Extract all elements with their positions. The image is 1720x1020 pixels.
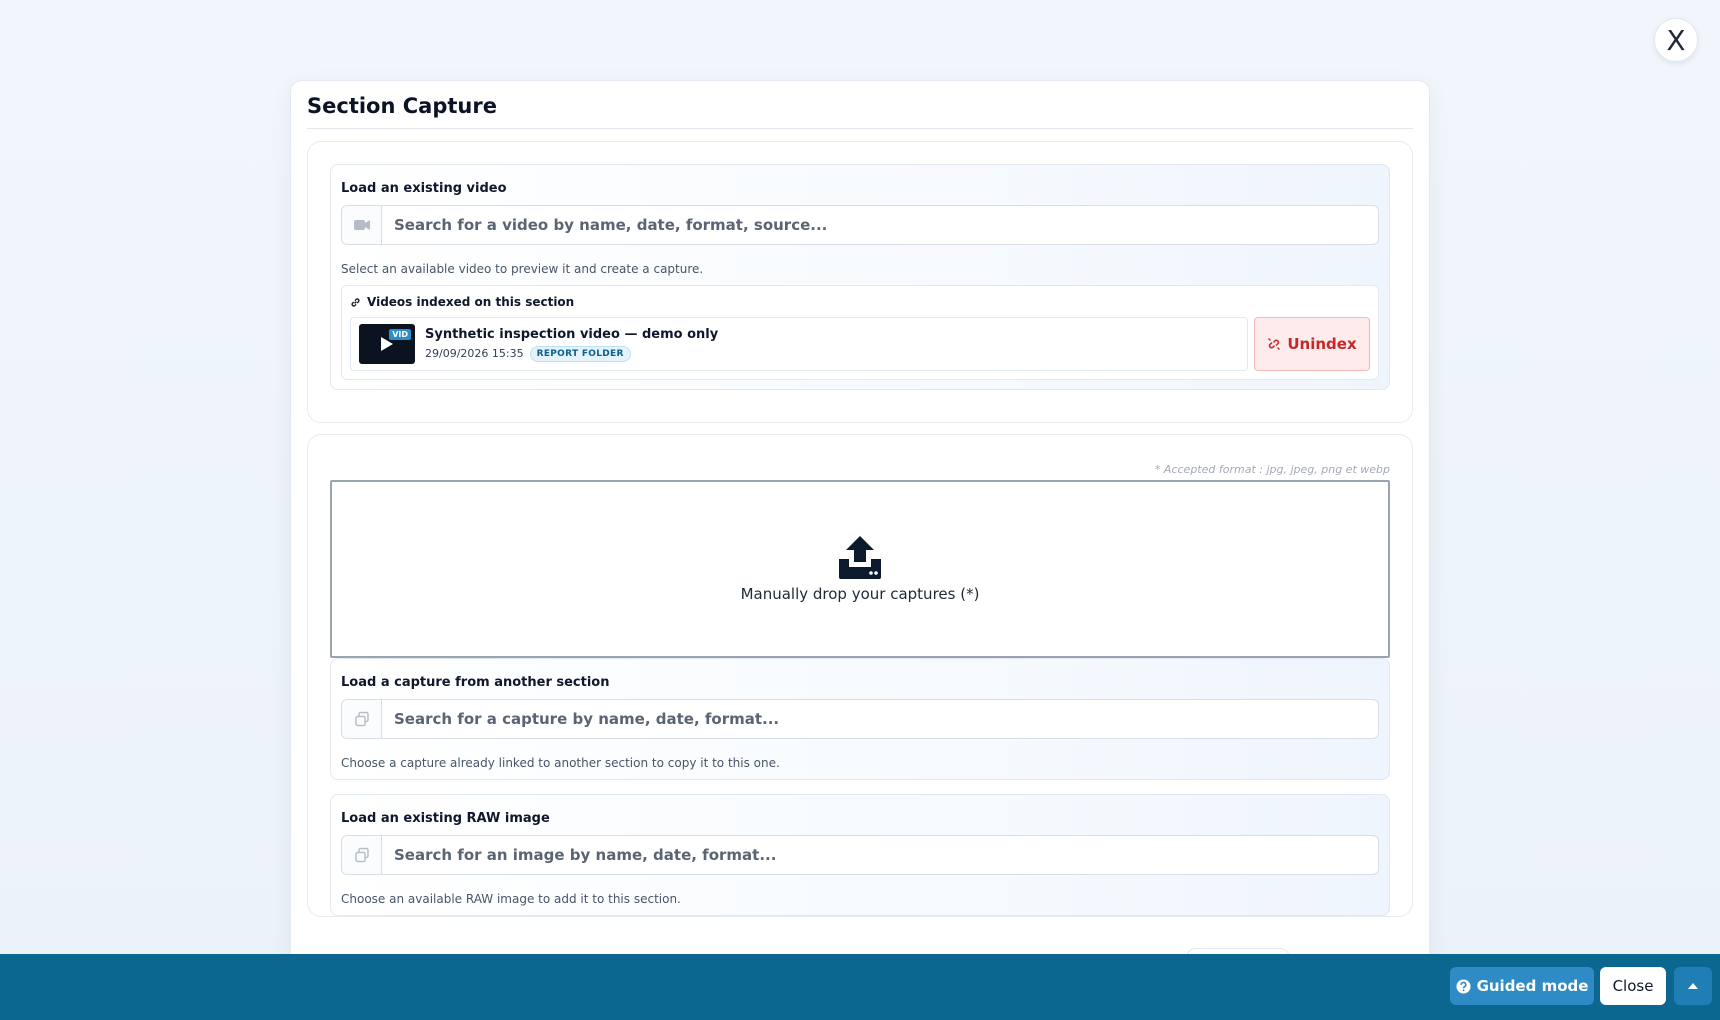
section-capture-modal: Section Capture Load an existing video S… <box>290 80 1430 960</box>
footer-bar: Guided mode Close <box>0 954 1720 1020</box>
images-icon <box>342 836 382 874</box>
capture-search-input[interactable] <box>382 700 1378 738</box>
video-date: 29/09/2026 15:35 <box>425 347 524 360</box>
capture-search-group <box>341 699 1379 739</box>
indexed-video-item[interactable]: VID Synthetic inspection video — demo on… <box>350 317 1248 371</box>
caret-up-icon <box>1688 983 1698 989</box>
capture-search-label: Load a capture from another section <box>341 675 610 690</box>
raw-search-label: Load an existing RAW image <box>341 811 550 826</box>
video-camera-icon <box>342 206 382 244</box>
unindex-button[interactable]: Unindex <box>1254 317 1370 371</box>
video-info: Synthetic inspection video — demo only 2… <box>425 327 718 362</box>
video-card: Load an existing video Select an availab… <box>307 141 1413 423</box>
indexed-videos-box: Videos indexed on this section VID Synth… <box>341 285 1379 380</box>
help-circle-icon <box>1456 978 1471 994</box>
indexed-videos-title: Videos indexed on this section <box>367 295 575 309</box>
video-folder-tag: REPORT FOLDER <box>529 345 631 362</box>
close-x-label: X <box>1666 23 1686 57</box>
video-thumbnail: VID <box>359 324 415 364</box>
copy-icon <box>342 700 382 738</box>
upload-icon <box>839 536 881 579</box>
video-search-group <box>341 205 1379 245</box>
video-name: Synthetic inspection video — demo only <box>425 326 719 342</box>
dropzone-text: Manually drop your captures (*) <box>740 585 980 603</box>
video-thumb-badge: VID <box>389 329 411 340</box>
close-button-label: Close <box>1612 977 1654 995</box>
guided-mode-label: Guided mode <box>1476 977 1589 995</box>
captures-card: * Accepted format : jpg, jpeg, png et we… <box>307 434 1413 917</box>
capture-dropzone[interactable]: Manually drop your captures (*) <box>330 480 1390 658</box>
close-button[interactable]: Close <box>1600 967 1666 1005</box>
capture-search-panel: Load a capture from another section Choo… <box>330 658 1390 780</box>
guided-mode-button[interactable]: Guided mode <box>1450 967 1594 1005</box>
video-search-help: Select an available video to preview it … <box>341 262 704 276</box>
video-search-label: Load an existing video <box>341 181 507 196</box>
raw-search-input[interactable] <box>382 836 1378 874</box>
capture-search-help: Choose a capture already linked to anoth… <box>341 756 780 770</box>
video-meta: 29/09/2026 15:35 REPORT FOLDER <box>425 345 718 362</box>
page: X Section Capture Load an existing video… <box>0 0 1720 1020</box>
modal-title: Section Capture <box>307 81 1413 129</box>
unlink-icon <box>1268 338 1281 350</box>
video-search-input[interactable] <box>382 206 1378 244</box>
unindex-label: Unindex <box>1287 335 1357 353</box>
link-icon <box>351 297 360 307</box>
raw-search-group <box>341 835 1379 875</box>
video-search-panel: Load an existing video Select an availab… <box>330 164 1390 390</box>
expand-button[interactable] <box>1674 967 1712 1005</box>
indexed-videos-heading: Videos indexed on this section <box>350 295 1370 309</box>
raw-search-panel: Load an existing RAW image Choose an ava… <box>330 794 1390 916</box>
close-x-button[interactable]: X <box>1654 18 1698 62</box>
video-row: VID Synthetic inspection video — demo on… <box>350 317 1370 371</box>
accepted-formats: * Accepted format : jpg, jpeg, png et we… <box>1154 463 1390 476</box>
raw-search-help: Choose an available RAW image to add it … <box>341 892 681 906</box>
